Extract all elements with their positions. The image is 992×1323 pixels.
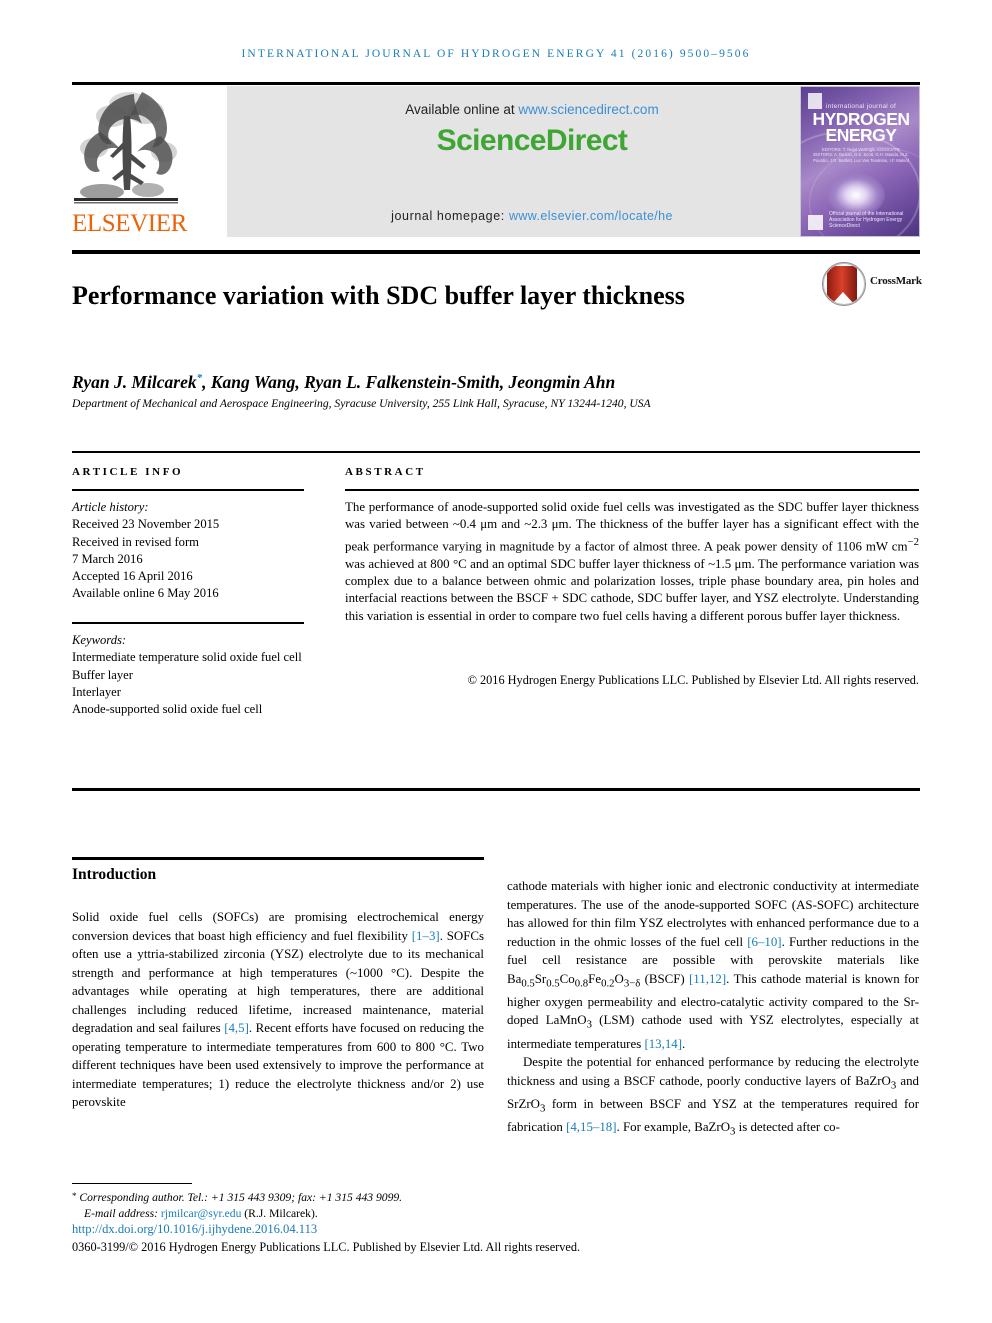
- sciencedirect-link[interactable]: www.sciencedirect.com: [518, 102, 658, 117]
- crossmark-label: CrossMark: [870, 275, 922, 287]
- cover-editors: EDITORS: T. Nejat Veziroglu ASSOCIATE ED…: [813, 147, 909, 163]
- introduction-rule: [72, 857, 484, 860]
- history-item: Received 23 November 2015: [72, 517, 220, 532]
- history-item: Available online 6 May 2016: [72, 586, 219, 601]
- crossmark-ring: [823, 263, 865, 305]
- available-online-text: Available online at: [405, 102, 519, 117]
- elsevier-logo: ELSEVIER: [72, 86, 187, 237]
- abstract-rule: [345, 489, 919, 491]
- article-info-heading: Article info: [72, 466, 184, 478]
- corresponding-author-note: * Corresponding author. Tel.: +1 315 443…: [72, 1188, 502, 1223]
- affiliation: Department of Mechanical and Aerospace E…: [72, 397, 651, 410]
- available-online-line: Available online at www.sciencedirect.co…: [227, 102, 837, 117]
- email-link[interactable]: rjmilcar@syr.edu: [161, 1207, 242, 1220]
- author-list: Ryan J. Milcarek*, Kang Wang, Ryan L. Fa…: [72, 372, 616, 392]
- cover-sciencedirect-mark: Official journal of the International As…: [829, 211, 904, 229]
- crossmark-icon: [822, 262, 866, 306]
- email-label: E-mail address:: [84, 1207, 161, 1221]
- history-item: Accepted 16 April 2016: [72, 569, 193, 584]
- page-title: Performance variation with SDC buffer la…: [72, 281, 685, 311]
- keywords-label: Keywords:: [72, 633, 127, 647]
- keyword-item: Anode-supported solid oxide fuel cell: [72, 702, 263, 717]
- doi-link[interactable]: http://dx.doi.org/10.1016/j.ijhydene.201…: [72, 1222, 317, 1237]
- issn-copyright: 0360-3199/© 2016 Hydrogen Energy Publica…: [72, 1240, 581, 1254]
- journal-homepage-label: journal homepage:: [391, 209, 509, 223]
- cover-title-line2: ENERGY: [825, 125, 897, 145]
- journal-homepage-link[interactable]: www.elsevier.com/locate/he: [509, 209, 673, 223]
- footnote-rule: [72, 1183, 192, 1184]
- body-paragraph: cathode materials with higher ionic and …: [507, 879, 919, 1051]
- history-item: Received in revised form: [72, 534, 199, 549]
- keyword-item: Intermediate temperature solid oxide fue…: [72, 650, 302, 665]
- article-history-label: Article history:: [72, 500, 149, 514]
- corresponding-author-line: * Corresponding author. Tel.: +1 315 443…: [72, 1191, 403, 1204]
- sciencedirect-logo: ScienceDirect: [436, 124, 628, 157]
- sciencedirect-band: Available online at www.sciencedirect.co…: [227, 86, 837, 237]
- abstract-heading: Abstract: [345, 466, 426, 478]
- info-abstract-bottom-rule: [72, 788, 920, 791]
- running-head: International Journal of Hydrogen Energy…: [241, 48, 751, 60]
- elsevier-wordmark: ELSEVIER: [72, 210, 187, 237]
- masthead: ELSEVIER Available online at www.science…: [72, 82, 920, 237]
- keywords-rule: [72, 622, 304, 624]
- crossmark-badge[interactable]: CrossMark: [822, 262, 922, 308]
- abstract-copyright: © 2016 Hydrogen Energy Publications LLC.…: [467, 673, 919, 687]
- elsevier-tree-icon: [74, 92, 178, 204]
- body-column-left: Solid oxide fuel cells (SOFCs) are promi…: [72, 910, 485, 1110]
- keywords-block: Keywords: Intermediate temperature solid…: [72, 632, 304, 718]
- article-history-block: Article history: Received 23 November 20…: [72, 499, 304, 603]
- title-rule: [72, 250, 920, 254]
- email-line: E-mail address: rjmilcar@syr.edu (R.J. M…: [72, 1206, 502, 1222]
- masthead-top-rule: [72, 82, 920, 85]
- journal-cover-thumbnail: international journal of HYDROGEN ENERGY…: [800, 86, 920, 237]
- cover-iahe-mark: [808, 215, 823, 230]
- body-paragraph: Despite the potential for enhanced perfo…: [507, 1055, 919, 1138]
- article-info-rule: [72, 489, 304, 491]
- body-column-right: cathode materials with higher ionic and …: [507, 877, 919, 1141]
- info-abstract-top-rule: [72, 451, 920, 453]
- email-suffix: (R.J. Milcarek).: [241, 1207, 318, 1221]
- keyword-item: Interlayer: [72, 684, 121, 699]
- history-item: 7 March 2016: [72, 551, 143, 566]
- keyword-item: Buffer layer: [72, 667, 133, 682]
- journal-homepage-line: journal homepage: www.elsevier.com/locat…: [227, 209, 837, 223]
- section-heading-introduction: Introduction: [72, 866, 157, 883]
- journal-article-page: International Journal of Hydrogen Energy…: [0, 0, 992, 1323]
- abstract-body: The performance of anode-supported solid…: [345, 500, 919, 623]
